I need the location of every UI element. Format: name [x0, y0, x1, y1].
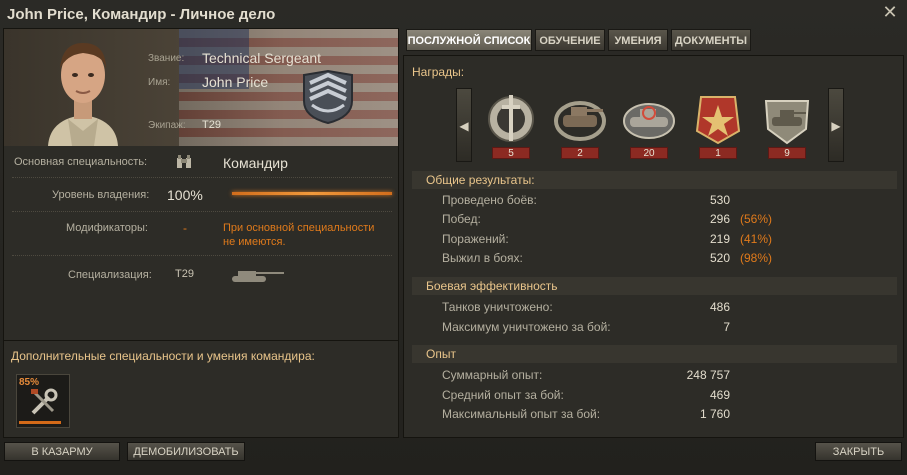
- awards-next-arrow[interactable]: ▶: [828, 88, 844, 162]
- proficiency-label: Уровень владения:: [52, 189, 150, 201]
- tanks-destroyed-value: 486: [709, 300, 730, 314]
- tank-silhouette-icon: [232, 271, 284, 282]
- window-title: John Price, Командир - Личное дело: [7, 6, 276, 23]
- survived-value: 520: [709, 251, 730, 265]
- awards-label: Награды:: [412, 65, 465, 79]
- proficiency-value: 100%: [167, 187, 203, 203]
- crew-value: T29: [202, 119, 221, 131]
- commander-header: Звание: Technical Sergeant Имя: John Pri…: [4, 29, 398, 146]
- survived-percent: (98%): [740, 251, 773, 265]
- binoculars-icon: [177, 155, 191, 168]
- name-label: Имя:: [148, 77, 171, 88]
- sword-medal-icon: [488, 95, 534, 142]
- close-button[interactable]: ЗАКРЫТЬ: [815, 442, 902, 461]
- avg-xp-value: 469: [709, 388, 730, 402]
- max-xp-label: Максимальный опыт за бой:: [442, 407, 601, 421]
- total-xp-value: 248 757: [686, 368, 730, 382]
- award-medal[interactable]: 20: [618, 91, 680, 161]
- defeats-label: Поражений:: [442, 232, 509, 246]
- defeats-value: 219: [709, 232, 730, 246]
- demobilize-button[interactable]: ДЕМОБИЛИЗОВАТЬ: [127, 442, 245, 461]
- award-count: 20: [630, 147, 668, 159]
- victories-label: Побед:: [442, 212, 481, 226]
- commander-panel: Звание: Technical Sergeant Имя: John Pri…: [3, 28, 399, 438]
- proficiency-bar: [232, 192, 392, 195]
- max-xp-value: 1 760: [699, 407, 730, 421]
- modifiers-note: При основной специальности не имеются.: [223, 222, 375, 248]
- general-results-header: Общие результаты:: [412, 171, 897, 189]
- skills-section: Дополнительные специальности и умения ко…: [4, 340, 398, 438]
- tab-training[interactable]: ОБУЧЕНИЕ: [535, 29, 605, 51]
- max-destroyed-label: Максимум уничтожено за бой:: [442, 320, 611, 334]
- defeats-percent: (41%): [740, 232, 773, 246]
- divider: [12, 177, 392, 178]
- rank-insignia-icon: [303, 69, 353, 125]
- tank-target-medal-icon: [623, 103, 675, 139]
- red-star-medal-icon: [695, 96, 741, 145]
- name-value: John Price: [202, 74, 269, 90]
- tab-skills[interactable]: УМЕНИЯ: [608, 29, 668, 51]
- victories-value: 296: [709, 212, 730, 226]
- tab-service-record[interactable]: ПОСЛУЖНОЙ СПИСОК: [406, 29, 532, 51]
- victories-percent: (56%): [740, 212, 773, 226]
- skills-title: Дополнительные специальности и умения ко…: [11, 349, 315, 363]
- total-xp-label: Суммарный опыт:: [442, 368, 543, 382]
- experience-header: Опыт: [412, 345, 897, 363]
- service-record-panel: Награды: ◀ ▶ 5 2 20 1 9 Общие результаты…: [403, 55, 904, 438]
- tanks-destroyed-label: Танков уничтожено:: [442, 300, 553, 314]
- award-count: 1: [699, 147, 737, 159]
- crew-label: Экипаж:: [148, 120, 186, 131]
- personal-file-window: John Price, Командир - Личное дело ✕ Зва…: [0, 0, 907, 475]
- survived-label: Выжил в боях:: [442, 251, 523, 265]
- divider: [12, 211, 392, 212]
- avg-xp-label: Средний опыт за бой:: [442, 388, 564, 402]
- repair-tools-icon: [31, 388, 58, 415]
- divider: [12, 255, 392, 256]
- commander-portrait: [48, 43, 118, 146]
- award-count: 5: [492, 147, 530, 159]
- awards-prev-arrow[interactable]: ◀: [456, 88, 472, 162]
- main-specialty-value: Командир: [223, 155, 288, 171]
- award-medal[interactable]: 2: [549, 91, 611, 161]
- specialization-value: T29: [175, 268, 194, 280]
- skill-progress-bar: [19, 421, 61, 424]
- specialization-label: Специализация:: [68, 269, 152, 281]
- title-bar: John Price, Командир - Личное дело ✕: [0, 0, 907, 28]
- award-medal[interactable]: 1: [687, 91, 749, 161]
- award-medal[interactable]: 9: [756, 91, 818, 161]
- tank-shield-medal-icon: [764, 100, 810, 145]
- modifiers-label: Модификаторы:: [66, 222, 148, 234]
- combat-efficiency-header: Боевая эффективность: [412, 277, 897, 295]
- skill-tile-repair[interactable]: 85%: [16, 374, 70, 428]
- awards-carousel: ◀ ▶ 5 2 20 1 9: [456, 88, 844, 162]
- award-medal[interactable]: 5: [480, 91, 542, 161]
- battles-value: 530: [709, 193, 730, 207]
- main-specialty-label: Основная специальность:: [14, 156, 148, 168]
- max-destroyed-value: 7: [723, 320, 730, 334]
- tab-documents[interactable]: ДОКУМЕНТЫ: [671, 29, 751, 51]
- barracks-button[interactable]: В КАЗАРМУ: [4, 442, 120, 461]
- award-count: 9: [768, 147, 806, 159]
- battles-label: Проведено боёв:: [442, 193, 537, 207]
- close-icon[interactable]: ✕: [880, 2, 900, 22]
- rank-label: Звание:: [148, 53, 185, 64]
- rank-value: Technical Sergeant: [202, 50, 322, 66]
- tank-wreath-medal-icon: [554, 101, 606, 141]
- modifiers-value: -: [183, 221, 187, 235]
- award-count: 2: [561, 147, 599, 159]
